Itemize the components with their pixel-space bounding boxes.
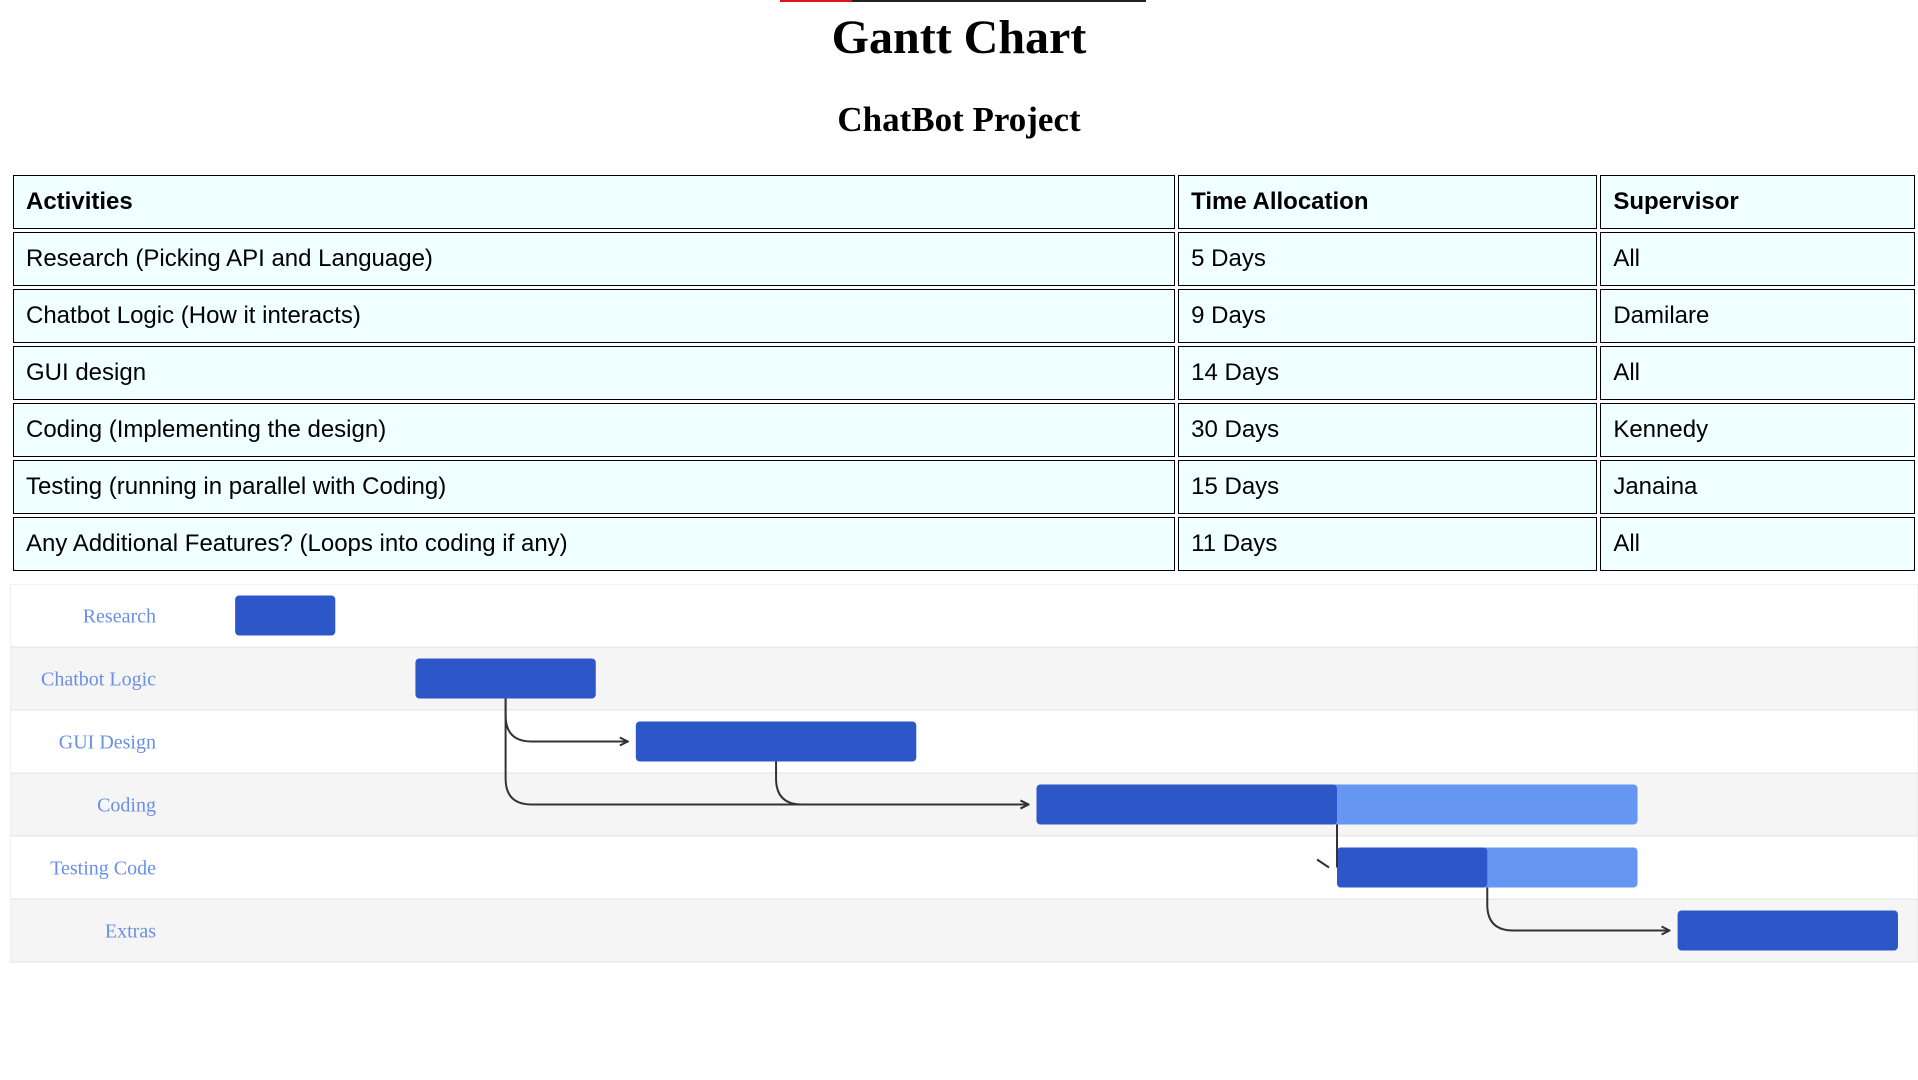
header-activities: Activities: [13, 175, 1176, 229]
gantt-bar: [415, 658, 596, 699]
gantt-row-background: [10, 709, 1918, 774]
activity-cell: Any Additional Features? (Loops into cod…: [13, 517, 1176, 571]
gantt-bar-progress: [1337, 847, 1488, 888]
activity-cell: GUI design: [13, 346, 1176, 400]
table-row: Coding (Implementing the design) 30 Days…: [13, 403, 1915, 457]
gantt-row-label: GUI Design: [59, 732, 156, 754]
activity-cell: Chatbot Logic (How it interacts): [13, 289, 1176, 343]
table-row: Any Additional Features? (Loops into cod…: [13, 517, 1915, 571]
time-allocation-cell: 30 Days: [1178, 403, 1598, 457]
table-row: Testing (running in parallel with Coding…: [13, 460, 1915, 514]
table-row: Research (Picking API and Language) 5 Da…: [13, 232, 1915, 286]
table-header-row: Activities Time Allocation Supervisor: [13, 175, 1915, 229]
time-allocation-cell: 5 Days: [1178, 232, 1598, 286]
header-time-allocation: Time Allocation: [1178, 175, 1598, 229]
time-allocation-cell: 15 Days: [1178, 460, 1598, 514]
activity-cell: Coding (Implementing the design): [13, 403, 1176, 457]
table-row: GUI design 14 Days All: [13, 346, 1915, 400]
top-rule-accent: [780, 0, 852, 2]
top-rule: [780, 0, 1146, 2]
gantt-chart-svg: Research Chatbot Logic GUI Design Coding Tes…: [10, 584, 1918, 963]
gantt-row-label: Extras: [105, 921, 156, 943]
activity-cell: Testing (running in parallel with Coding…: [13, 460, 1176, 514]
page-subtitle: ChatBot Project: [837, 100, 1081, 139]
supervisor-cell: Janaina: [1600, 460, 1915, 514]
gantt-bar: [635, 721, 917, 762]
time-allocation-cell: 14 Days: [1178, 346, 1598, 400]
gantt-bar-progress: [1036, 784, 1338, 825]
header-supervisor: Supervisor: [1600, 175, 1915, 229]
supervisor-cell: All: [1600, 232, 1915, 286]
time-allocation-cell: 11 Days: [1178, 517, 1598, 571]
activity-cell: Research (Picking API and Language): [13, 232, 1176, 286]
gantt-row-label: Research: [83, 606, 156, 628]
page-title: Gantt Chart: [831, 11, 1087, 64]
gantt-row-label: Coding: [97, 795, 156, 817]
table-row: Chatbot Logic (How it interacts) 9 Days …: [13, 289, 1915, 343]
gantt-row-background: [10, 646, 1918, 711]
gantt-chart: Research Chatbot Logic GUI Design Coding Tes…: [10, 584, 1918, 964]
gantt-row-label: Testing Code: [50, 858, 156, 880]
gantt-bar: [235, 595, 336, 636]
time-allocation-cell: 9 Days: [1178, 289, 1598, 343]
supervisor-cell: All: [1600, 517, 1915, 571]
supervisor-cell: Kennedy: [1600, 403, 1915, 457]
gantt-row-label: Chatbot Logic: [41, 669, 156, 691]
supervisor-cell: All: [1600, 346, 1915, 400]
activities-table: Activities Time Allocation Supervisor Re…: [10, 172, 1918, 574]
supervisor-cell: Damilare: [1600, 289, 1915, 343]
gantt-bar: [1677, 910, 1898, 951]
